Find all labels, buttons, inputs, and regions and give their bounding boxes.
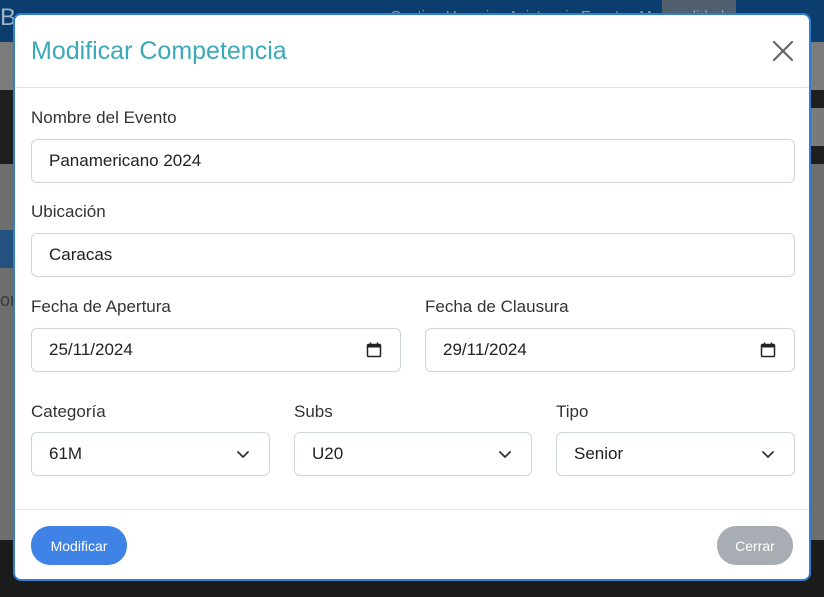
- subs-select[interactable]: U20: [294, 432, 532, 476]
- modal-footer: Modificar Cerrar: [15, 509, 809, 579]
- calendar-icon[interactable]: [365, 341, 383, 359]
- open-date-input[interactable]: 25/11/2024: [31, 328, 401, 372]
- type-select[interactable]: Senior: [556, 432, 795, 476]
- open-date-label: Fecha de Apertura: [31, 297, 171, 316]
- modal-header: Modificar Competencia: [15, 15, 809, 88]
- close-icon: [771, 39, 795, 63]
- location-value: Caracas: [49, 245, 113, 264]
- event-name-label: Nombre del Evento: [31, 108, 177, 127]
- category-label: Categoría: [31, 402, 106, 421]
- background-right-button: [810, 108, 824, 146]
- modify-button[interactable]: Modificar: [31, 526, 127, 565]
- subs-label: Subs: [294, 402, 333, 421]
- category-value: 61M: [49, 444, 83, 463]
- location-label: Ubicación: [31, 202, 106, 221]
- close-date-value: 29/11/2024: [443, 340, 527, 359]
- chevron-down-icon: [496, 445, 514, 463]
- event-name-input[interactable]: Panamericano 2024: [31, 139, 795, 183]
- event-name-value: Panamericano 2024: [49, 151, 202, 170]
- edit-competition-modal: Modificar Competencia Nombre del Evento …: [13, 13, 811, 581]
- close-button[interactable]: [771, 39, 795, 63]
- close-date-input[interactable]: 29/11/2024: [425, 328, 795, 372]
- type-value: Senior: [574, 444, 624, 463]
- chevron-down-icon: [759, 445, 777, 463]
- open-date-value: 25/11/2024: [49, 340, 133, 359]
- calendar-icon[interactable]: [759, 341, 777, 359]
- type-label: Tipo: [556, 402, 589, 421]
- modal-body: Nombre del Evento Panamericano 2024 Ubic…: [15, 88, 809, 509]
- location-input[interactable]: Caracas: [31, 233, 795, 277]
- subs-value: U20: [312, 444, 344, 463]
- category-select[interactable]: 61M: [31, 432, 270, 476]
- chevron-down-icon: [234, 445, 252, 463]
- close-date-label: Fecha de Clausura: [425, 297, 569, 316]
- modal-title: Modificar Competencia: [31, 37, 287, 65]
- close-modal-button[interactable]: Cerrar: [717, 526, 793, 565]
